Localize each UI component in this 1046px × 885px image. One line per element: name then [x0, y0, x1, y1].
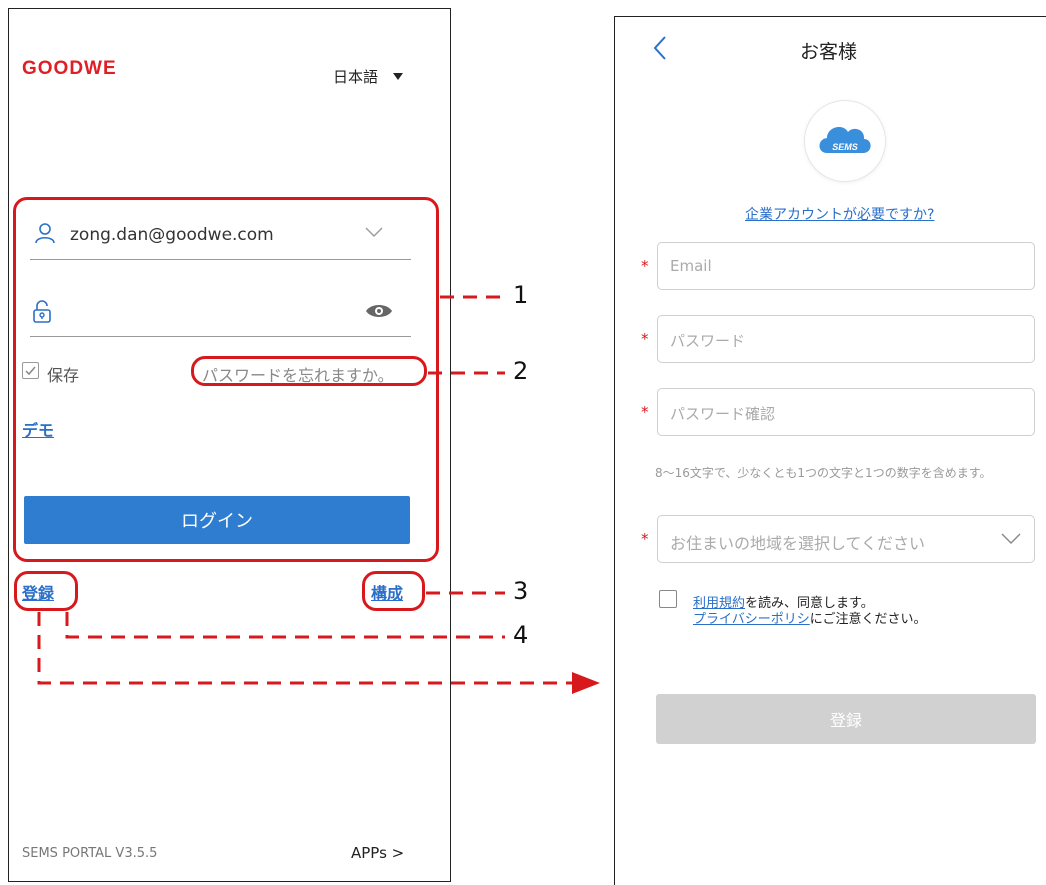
- required-mark: *: [641, 330, 649, 348]
- agree-checkbox[interactable]: [659, 590, 677, 608]
- annotation-label-3: 3: [513, 577, 529, 605]
- back-icon[interactable]: [653, 35, 667, 61]
- cloud-icon: SEMS: [819, 127, 871, 153]
- chevron-down-icon[interactable]: [1001, 533, 1021, 545]
- annotation-label-2: 2: [513, 357, 529, 385]
- email-placeholder: Email: [670, 257, 712, 275]
- sems-logo-text: SEMS: [832, 142, 858, 152]
- password-field[interactable]: パスワード: [657, 315, 1035, 363]
- region-select[interactable]: お住まいの地域を選択してください: [657, 515, 1035, 563]
- confirm-password-field[interactable]: パスワード確認: [657, 388, 1035, 436]
- required-mark: *: [641, 530, 649, 548]
- privacy-link[interactable]: プライバシーポリシ: [693, 612, 810, 627]
- required-mark: *: [641, 403, 649, 421]
- required-mark: *: [641, 257, 649, 275]
- page-title: お客様: [800, 41, 858, 63]
- sems-logo: SEMS: [804, 100, 886, 182]
- privacy-text: にご注意ください。: [809, 612, 927, 627]
- privacy-line: プライバシーポリシにご注意ください。: [693, 608, 927, 627]
- register-button[interactable]: 登録: [656, 694, 1036, 744]
- password-hint: 8～16文字で、少なくとも1つの文字と1つの数字を含めます。: [655, 466, 992, 480]
- business-account-link[interactable]: 企業アカウントが必要ですか?: [745, 204, 934, 224]
- password-placeholder: パスワード: [670, 332, 746, 350]
- email-field[interactable]: Email: [657, 242, 1035, 290]
- annotation-label-1: 1: [513, 281, 529, 309]
- region-placeholder: お住まいの地域を選択してください: [670, 534, 926, 553]
- annotation-label-4: 4: [513, 621, 529, 649]
- confirm-password-placeholder: パスワード確認: [670, 405, 776, 423]
